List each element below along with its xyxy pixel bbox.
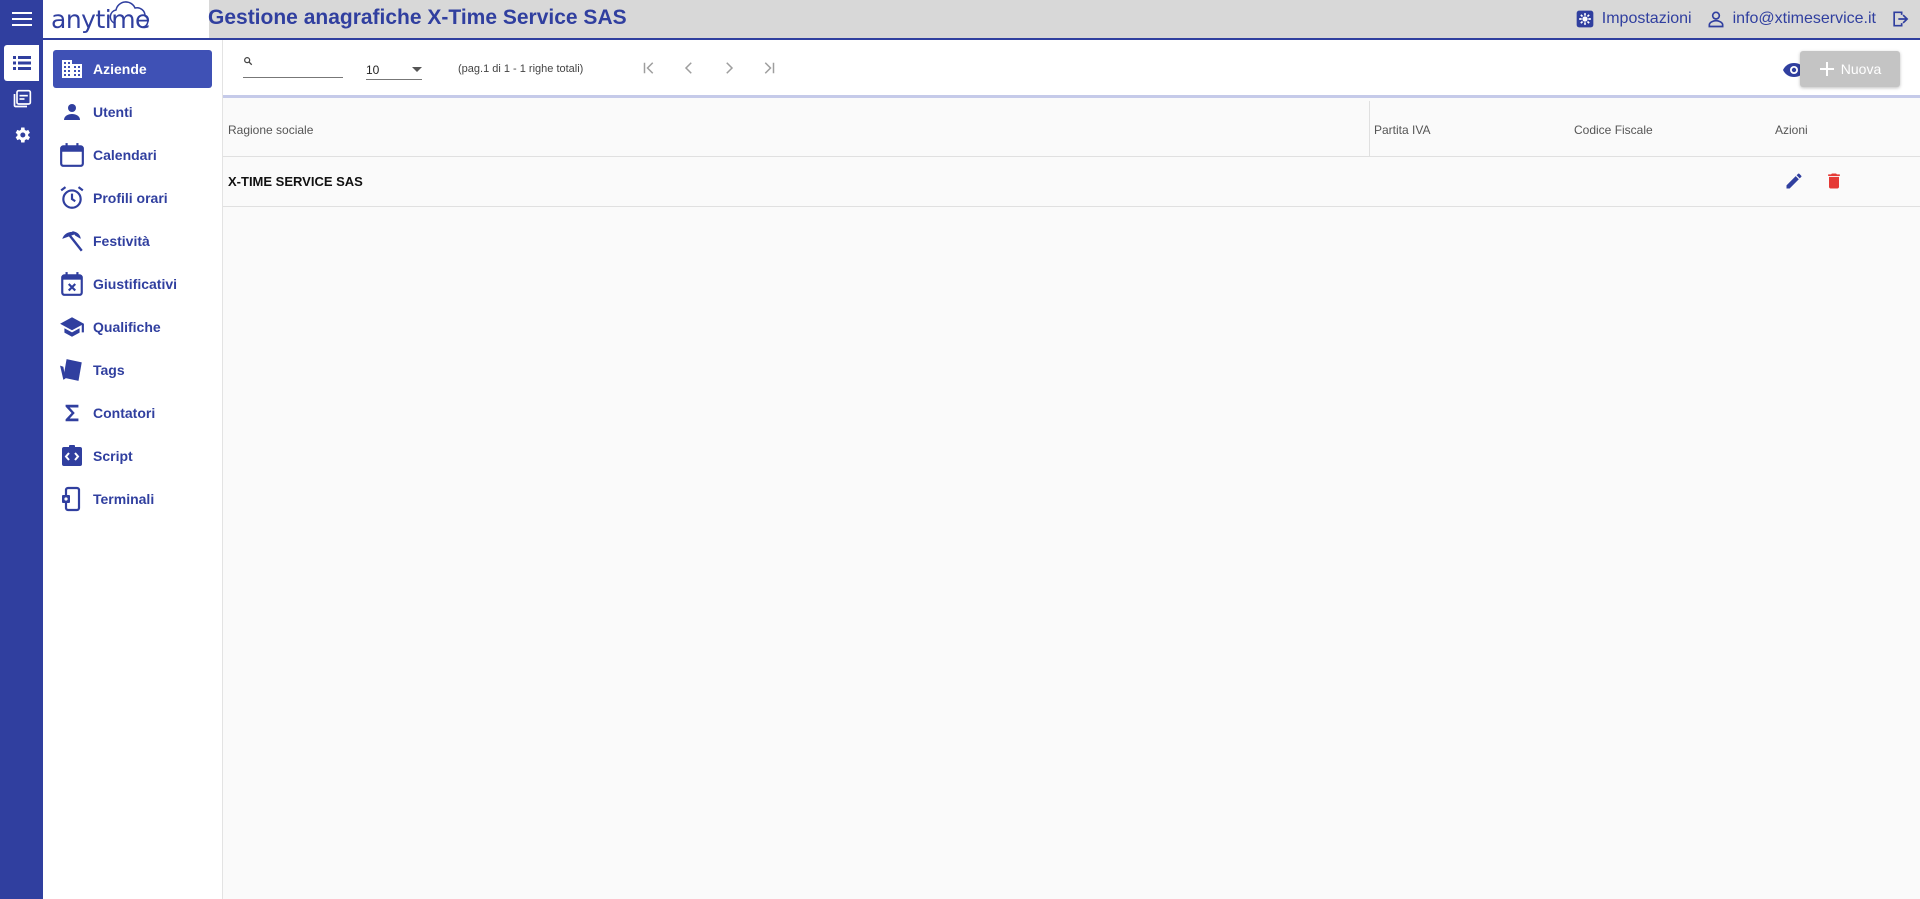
settings-box-icon (1576, 10, 1594, 28)
device-settings-icon (59, 486, 85, 512)
menu-icon (11, 12, 32, 26)
list-icon (12, 56, 31, 70)
table-header: Ragione sociale Partita IVA Codice Fisca… (223, 101, 1920, 157)
nav-item-contatori[interactable]: Contatori (53, 394, 212, 432)
page-title: Gestione anagrafiche X-Time Service SAS (208, 6, 627, 29)
trash-icon (1828, 173, 1840, 189)
person-icon (59, 99, 85, 125)
left-rail (0, 40, 43, 899)
nav-panel: Aziende Utenti Calendari Profili orari F… (43, 40, 223, 899)
settings-link[interactable]: Impostazioni (1575, 9, 1692, 29)
code-icon (59, 443, 85, 469)
edit-button[interactable] (1781, 168, 1807, 194)
nav-item-label: Utenti (93, 104, 133, 120)
new-button-label: Nuova (1840, 61, 1882, 77)
new-button[interactable]: Nuova (1800, 51, 1900, 87)
nav-item-label: Contatori (93, 405, 156, 421)
nav-item-script[interactable]: Script (53, 437, 212, 475)
user-account-link[interactable]: info@xtimeservice.it (1706, 9, 1876, 29)
pagination-controls (635, 54, 783, 82)
nav-item-profili-orari[interactable]: Profili orari (53, 179, 212, 217)
school-icon (59, 314, 85, 340)
table-row[interactable]: X-TIME SERVICE SAS (223, 157, 1920, 207)
app-logo[interactable]: anytime (43, 0, 209, 38)
column-header-codice-fiscale[interactable]: Codice Fiscale (1574, 123, 1653, 137)
nav-item-terminali[interactable]: Terminali (53, 480, 212, 518)
alarm-icon (59, 185, 85, 211)
list-toolbar: 10 (pag.1 di 1 - 1 righe totali) Nuova (223, 40, 1920, 98)
nav-item-giustificativi[interactable]: Giustificativi (53, 265, 212, 303)
pencil-icon (1786, 173, 1802, 189)
last-page-icon (764, 62, 775, 74)
settings-label: Impostazioni (1601, 10, 1692, 27)
pagination-info: (pag.1 di 1 - 1 righe totali) (458, 63, 584, 75)
logout-icon (1893, 11, 1909, 27)
beach-umbrella-icon (59, 228, 85, 254)
calendar-icon (59, 142, 85, 168)
column-header-azioni: Azioni (1775, 123, 1808, 137)
nav-item-label: Calendari (93, 147, 157, 163)
nav-item-label: Festività (93, 233, 150, 249)
nav-item-label: Terminali (93, 491, 155, 507)
column-header-partita-iva[interactable]: Partita IVA (1374, 123, 1430, 137)
gear-icon (15, 127, 30, 143)
cell-ragione-sociale: X-TIME SERVICE SAS (228, 174, 363, 189)
nav-item-qualifiche[interactable]: Qualifiche (53, 308, 212, 346)
nav-item-label: Qualifiche (93, 319, 161, 335)
tag-icon (59, 357, 85, 383)
page-size-value: 10 (366, 62, 380, 77)
sigma-icon (59, 400, 85, 426)
nav-item-label: Giustificativi (93, 276, 178, 292)
rail-item-library[interactable] (0, 81, 43, 117)
nav-item-utenti[interactable]: Utenti (53, 93, 212, 131)
search-icon (244, 57, 253, 66)
chevron-left-icon (684, 62, 692, 74)
top-bar: anytime Gestione anagrafiche X-Time Serv… (0, 0, 1920, 40)
nav-item-label: Profili orari (93, 190, 168, 206)
nav-item-calendari[interactable]: Calendari (53, 136, 212, 174)
aziende-table: Ragione sociale Partita IVA Codice Fisca… (223, 101, 1920, 207)
previous-page-button[interactable] (675, 54, 703, 82)
chevron-right-icon (726, 62, 734, 74)
delete-button[interactable] (1821, 168, 1847, 194)
plus-icon (1819, 62, 1834, 76)
dropdown-arrow-icon (412, 66, 422, 72)
user-email: info@xtimeservice.it (1732, 10, 1876, 27)
last-page-button[interactable] (755, 54, 783, 82)
rail-item-list[interactable] (4, 45, 39, 81)
first-page-button[interactable] (635, 54, 663, 82)
cloud-icon (109, 1, 149, 28)
page-size-select[interactable]: 10 (366, 60, 422, 80)
nav-item-festivita[interactable]: Festività (53, 222, 212, 260)
nav-item-label: Aziende (93, 61, 147, 77)
person-outline-icon (1708, 11, 1724, 28)
nav-item-label: Script (93, 448, 133, 464)
search-field[interactable] (243, 56, 343, 78)
search-input[interactable] (257, 56, 337, 70)
column-header-ragione-sociale[interactable]: Ragione sociale (228, 123, 313, 137)
nav-item-aziende[interactable]: Aziende (53, 50, 212, 88)
hamburger-menu-button[interactable] (0, 0, 43, 38)
first-page-icon (643, 62, 654, 74)
nav-item-label: Tags (93, 362, 125, 378)
next-page-button[interactable] (715, 54, 743, 82)
rail-item-settings[interactable] (0, 117, 43, 153)
building-icon (59, 56, 85, 82)
nav-item-tags[interactable]: Tags (53, 351, 212, 389)
logout-button[interactable] (1890, 9, 1910, 29)
event-busy-icon (59, 271, 85, 297)
library-icon (13, 89, 31, 108)
